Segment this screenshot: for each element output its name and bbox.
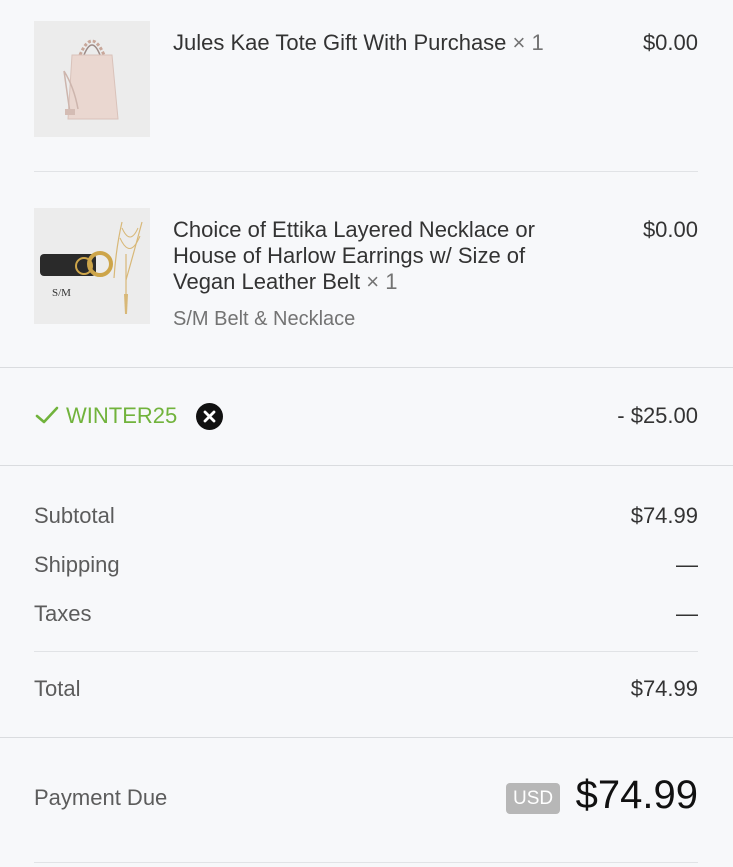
remove-discount-button[interactable]: [196, 403, 223, 430]
tote-bag-image: [34, 21, 150, 137]
subtotal-value: $74.99: [630, 503, 698, 528]
line-item: S/M Choice of Ettika Layered Necklace or…: [34, 208, 698, 348]
item-quantity: × 1: [366, 269, 398, 294]
item-price: $0.00: [642, 217, 698, 242]
item-title: Choice of Ettika Layered Necklace or Hou…: [173, 217, 583, 295]
payment-due-label: Payment Due: [34, 785, 168, 810]
currency-badge: USD: [506, 783, 561, 814]
total-label: Total: [34, 676, 81, 701]
taxes-value: —: [676, 601, 698, 626]
payment-due-amount: $74.99: [575, 773, 698, 817]
taxes-label: Taxes: [34, 601, 92, 626]
item-title: Jules Kae Tote Gift With Purchase × 1: [173, 30, 583, 56]
shipping-label: Shipping: [34, 552, 120, 577]
item-variant: S/M Belt & Necklace: [173, 308, 356, 330]
subtotal-label: Subtotal: [34, 503, 115, 528]
divider: [34, 862, 698, 863]
subtotal-row: Subtotal $74.99: [34, 502, 698, 530]
belt-necklace-image: S/M: [34, 208, 150, 324]
taxes-row: Taxes —: [34, 600, 698, 628]
item-name: Jules Kae Tote Gift With Purchase: [173, 30, 507, 55]
divider: [0, 465, 733, 466]
shipping-value: —: [676, 552, 698, 577]
line-item: Jules Kae Tote Gift With Purchase × 1 $0…: [34, 21, 698, 139]
checkmark-icon: [35, 406, 59, 424]
item-quantity: × 1: [512, 30, 544, 55]
divider: [34, 651, 698, 652]
discount-code: WINTER25: [66, 403, 178, 428]
total-value: $74.99: [630, 676, 698, 701]
divider: [34, 171, 698, 172]
item-price: $0.00: [642, 30, 698, 55]
divider: [0, 737, 733, 738]
total-row: Total $74.99: [34, 675, 698, 703]
discount-row: WINTER25 - $25.00: [34, 400, 698, 432]
order-summary: Jules Kae Tote Gift With Purchase × 1 $0…: [0, 0, 733, 867]
shipping-row: Shipping —: [34, 551, 698, 579]
image-caption-text: S/M: [52, 287, 71, 299]
divider: [0, 367, 733, 368]
item-name: Choice of Ettika Layered Necklace or Hou…: [173, 217, 535, 294]
discount-amount: - $25.00: [617, 403, 698, 428]
close-icon: [203, 410, 216, 423]
